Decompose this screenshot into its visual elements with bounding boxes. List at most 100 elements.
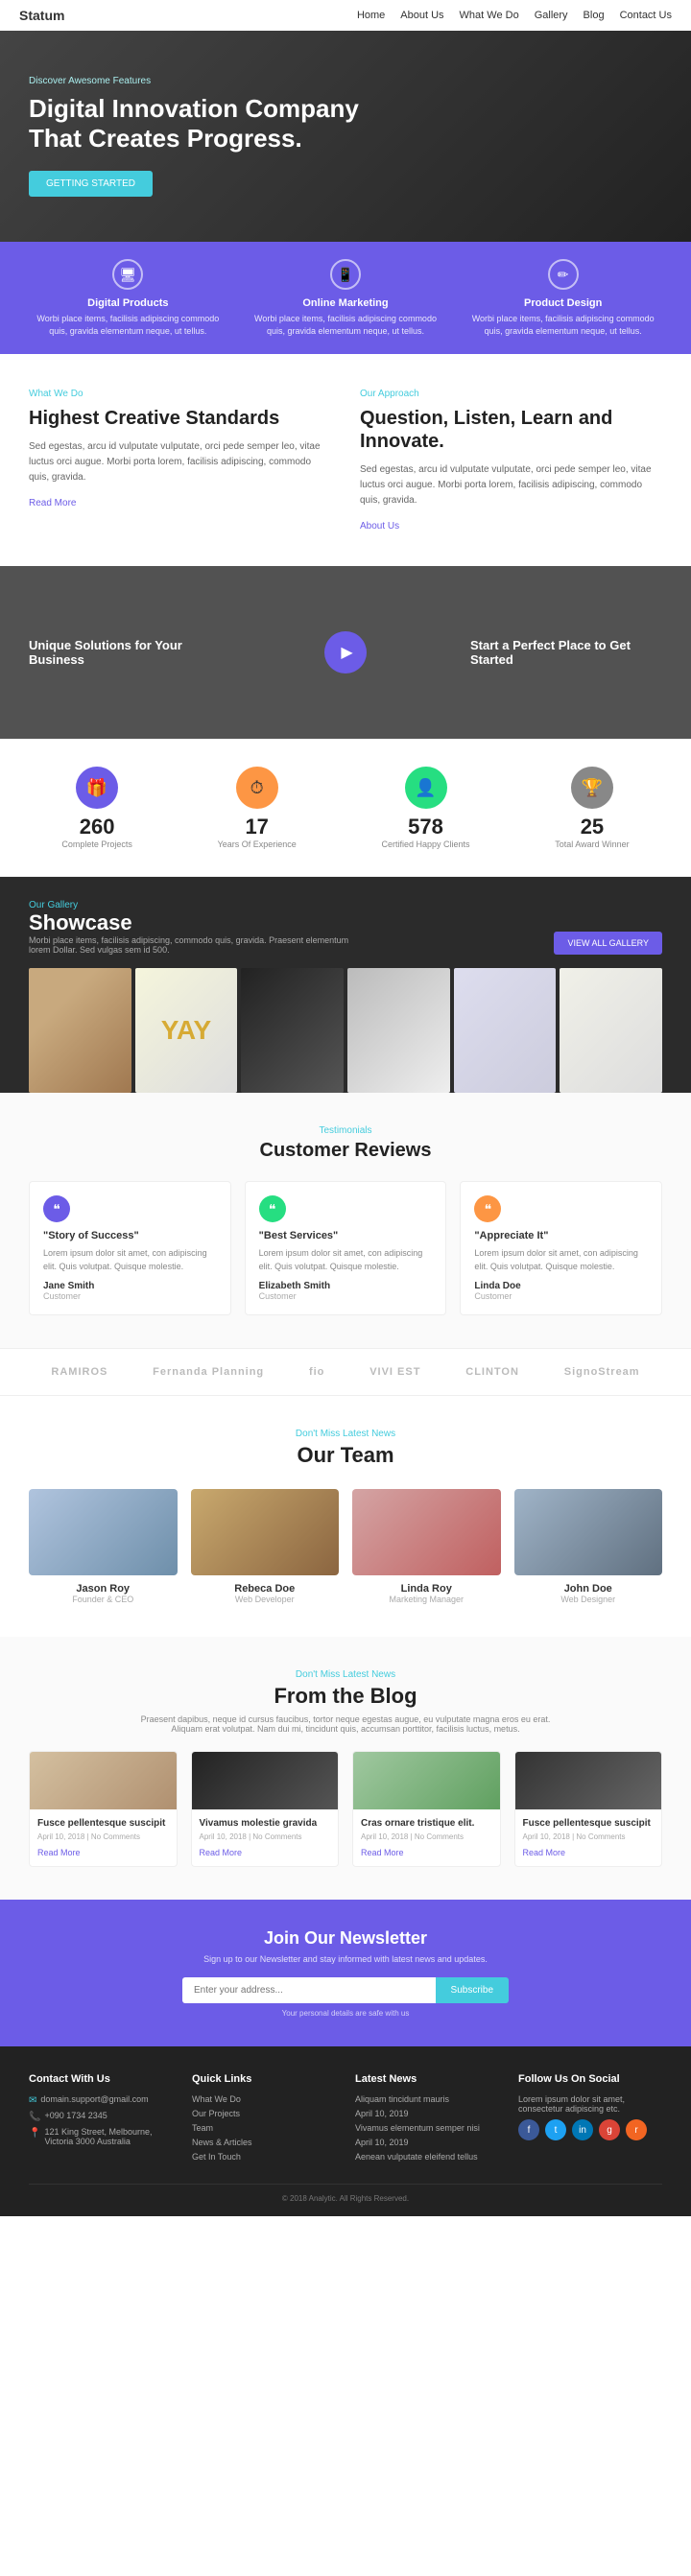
facebook-icon[interactable]: f xyxy=(518,2119,539,2140)
linkedin-icon[interactable]: in xyxy=(572,2119,593,2140)
gallery-img-5 xyxy=(454,968,557,1093)
getting-started-button[interactable]: GETTING STARTED xyxy=(29,171,153,197)
team-card-2: Linda Roy Marketing Manager xyxy=(352,1489,501,1604)
blog-post-title-1: Vivamus molestie gravida xyxy=(200,1817,331,1830)
gallery-desc: Morbi place items, facilisis adipiscing,… xyxy=(29,935,355,955)
stat-label-projects: Complete Projects xyxy=(61,839,132,849)
what-we-do-read-more[interactable]: Read More xyxy=(29,498,76,508)
blog-post-title-2: Cras ornare tristique elit. xyxy=(361,1817,492,1830)
our-approach-col: Our Approach Question, Listen, Learn and… xyxy=(360,389,662,532)
footer-link-3[interactable]: News & Articles xyxy=(192,2138,336,2147)
view-all-gallery-button[interactable]: VIEW ALL GALLERY xyxy=(554,932,662,955)
blog-post-date-1: April 10, 2018 | No Comments xyxy=(200,1832,331,1841)
features-bar: 🖥 Digital Products Worbi place items, fa… xyxy=(0,242,691,354)
blog-img-1 xyxy=(192,1752,339,1809)
footer-social-title: Follow Us On Social xyxy=(518,2073,662,2085)
hero-title: Digital Innovation Company That Creates … xyxy=(29,94,374,154)
testimonial-body-2: Lorem ipsum dolor sit amet, con adipisci… xyxy=(474,1247,648,1273)
location-icon: 📍 xyxy=(29,2128,40,2139)
footer-address-text: 121 King Street, Melbourne, Victoria 300… xyxy=(44,2127,173,2146)
twitter-icon[interactable]: t xyxy=(545,2119,566,2140)
nav-gallery[interactable]: Gallery xyxy=(535,10,568,21)
site-logo: Statum xyxy=(19,8,64,23)
video-left-text: Unique Solutions for Your Business xyxy=(29,638,221,667)
newsletter-form: Subscribe xyxy=(182,1977,509,2003)
video-play-button[interactable] xyxy=(324,631,367,674)
stat-clients: 👤 578 Certified Happy Clients xyxy=(382,767,470,849)
gallery-img-6 xyxy=(560,968,662,1093)
blog-read-more-3[interactable]: Read More xyxy=(523,1848,566,1857)
footer-news-date-1: April 10, 2019 xyxy=(355,2138,499,2147)
blog-card-body-2: Cras ornare tristique elit. April 10, 20… xyxy=(353,1809,500,1866)
blog-read-more-1[interactable]: Read More xyxy=(200,1848,243,1857)
nav-blog[interactable]: Blog xyxy=(584,10,605,21)
stat-icon-projects: 🎁 xyxy=(76,767,118,809)
newsletter-email-input[interactable] xyxy=(182,1977,436,2003)
nav-what[interactable]: What We Do xyxy=(460,10,519,21)
email-icon: ✉ xyxy=(29,2095,36,2106)
blog-post-title-0: Fusce pellentesque suscipit xyxy=(37,1817,169,1830)
team-photo-1 xyxy=(191,1489,340,1575)
our-approach-body: Sed egestas, arcu id vulputate vulputate… xyxy=(360,462,662,508)
blog-post-date-0: April 10, 2018 | No Comments xyxy=(37,1832,169,1841)
brand-3: VIVI EST xyxy=(369,1366,420,1378)
testimonials-section: Testimonials Customer Reviews ❝ "Story o… xyxy=(0,1093,691,1348)
what-we-do-title: Highest Creative Standards xyxy=(29,407,331,430)
testimonial-author-0: Jane Smith xyxy=(43,1281,217,1291)
rss-icon[interactable]: r xyxy=(626,2119,647,2140)
footer-contact-address: 📍 121 King Street, Melbourne, Victoria 3… xyxy=(29,2127,173,2146)
gallery-img-4 xyxy=(347,968,450,1093)
testimonial-card-1: ❝ "Best Services" Lorem ipsum dolor sit … xyxy=(245,1181,447,1315)
about-us-link[interactable]: About Us xyxy=(360,521,399,532)
nav-about[interactable]: About Us xyxy=(400,10,443,21)
team-eyebrow: Don't Miss Latest News xyxy=(29,1429,662,1439)
nav-links: Home About Us What We Do Gallery Blog Co… xyxy=(357,10,672,21)
team-role-0: Founder & CEO xyxy=(29,1595,178,1604)
feature-title-design: Product Design xyxy=(462,297,664,309)
stat-label-clients: Certified Happy Clients xyxy=(382,839,470,849)
blog-card-0: Fusce pellentesque suscipit April 10, 20… xyxy=(29,1751,178,1867)
quote-icon-1: ❝ xyxy=(259,1195,286,1222)
stat-projects: 🎁 260 Complete Projects xyxy=(61,767,132,849)
gallery-eyebrow: Our Gallery xyxy=(29,900,355,910)
footer-latestnews-title: Latest News xyxy=(355,2073,499,2085)
hero-eyebrow: Discover Awesome Features xyxy=(29,76,662,86)
gallery-img-1 xyxy=(29,968,131,1093)
blog-img-3 xyxy=(515,1752,662,1809)
testimonials-title: Customer Reviews xyxy=(29,1140,662,1162)
blog-read-more-2[interactable]: Read More xyxy=(361,1848,404,1857)
nav-contact[interactable]: Contact Us xyxy=(620,10,672,21)
blog-read-more-0[interactable]: Read More xyxy=(37,1848,81,1857)
footer-link-1[interactable]: Our Projects xyxy=(192,2109,336,2118)
team-photo-0 xyxy=(29,1489,178,1575)
footer-contact-col: Contact With Us ✉ domain.support@gmail.c… xyxy=(29,2073,173,2166)
blog-card-body-0: Fusce pellentesque suscipit April 10, 20… xyxy=(30,1809,177,1866)
gallery-section: Our Gallery Showcase Morbi place items, … xyxy=(0,877,691,1093)
team-role-1: Web Developer xyxy=(191,1595,340,1604)
footer-link-0[interactable]: What We Do xyxy=(192,2094,336,2104)
footer-link-4[interactable]: Get In Touch xyxy=(192,2152,336,2162)
quote-icon-0: ❝ xyxy=(43,1195,70,1222)
google-icon[interactable]: g xyxy=(599,2119,620,2140)
our-approach-title: Question, Listen, Learn and Innovate. xyxy=(360,407,662,453)
testimonial-title-0: "Story of Success" xyxy=(43,1230,217,1241)
newsletter-section: Join Our Newsletter Sign up to our Newsl… xyxy=(0,1900,691,2046)
blog-post-date-2: April 10, 2018 | No Comments xyxy=(361,1832,492,1841)
blog-card-body-1: Vivamus molestie gravida April 10, 2018 … xyxy=(192,1809,339,1866)
nav-home[interactable]: Home xyxy=(357,10,385,21)
phone-icon: 📞 xyxy=(29,2112,40,2122)
footer-news-1: Vivamus elementum semper nisi xyxy=(355,2123,499,2133)
testimonial-role-0: Customer xyxy=(43,1291,217,1301)
brand-5: SignoStream xyxy=(564,1366,640,1378)
what-we-do-section: What We Do Highest Creative Standards Se… xyxy=(0,354,691,566)
newsletter-subscribe-button[interactable]: Subscribe xyxy=(436,1977,509,2003)
footer-link-2[interactable]: Team xyxy=(192,2123,336,2133)
footer-contact-title: Contact With Us xyxy=(29,2073,173,2085)
what-we-do-label: What We Do xyxy=(29,389,331,399)
testimonial-body-0: Lorem ipsum dolor sit amet, con adipisci… xyxy=(43,1247,217,1273)
feature-item-design: ✏ Product Design Worbi place items, faci… xyxy=(454,259,672,337)
team-name-1: Rebeca Doe xyxy=(191,1583,340,1595)
footer-email-text: domain.support@gmail.com xyxy=(40,2094,148,2104)
footer-columns: Contact With Us ✉ domain.support@gmail.c… xyxy=(29,2073,662,2166)
newsletter-title: Join Our Newsletter xyxy=(29,1928,662,1949)
